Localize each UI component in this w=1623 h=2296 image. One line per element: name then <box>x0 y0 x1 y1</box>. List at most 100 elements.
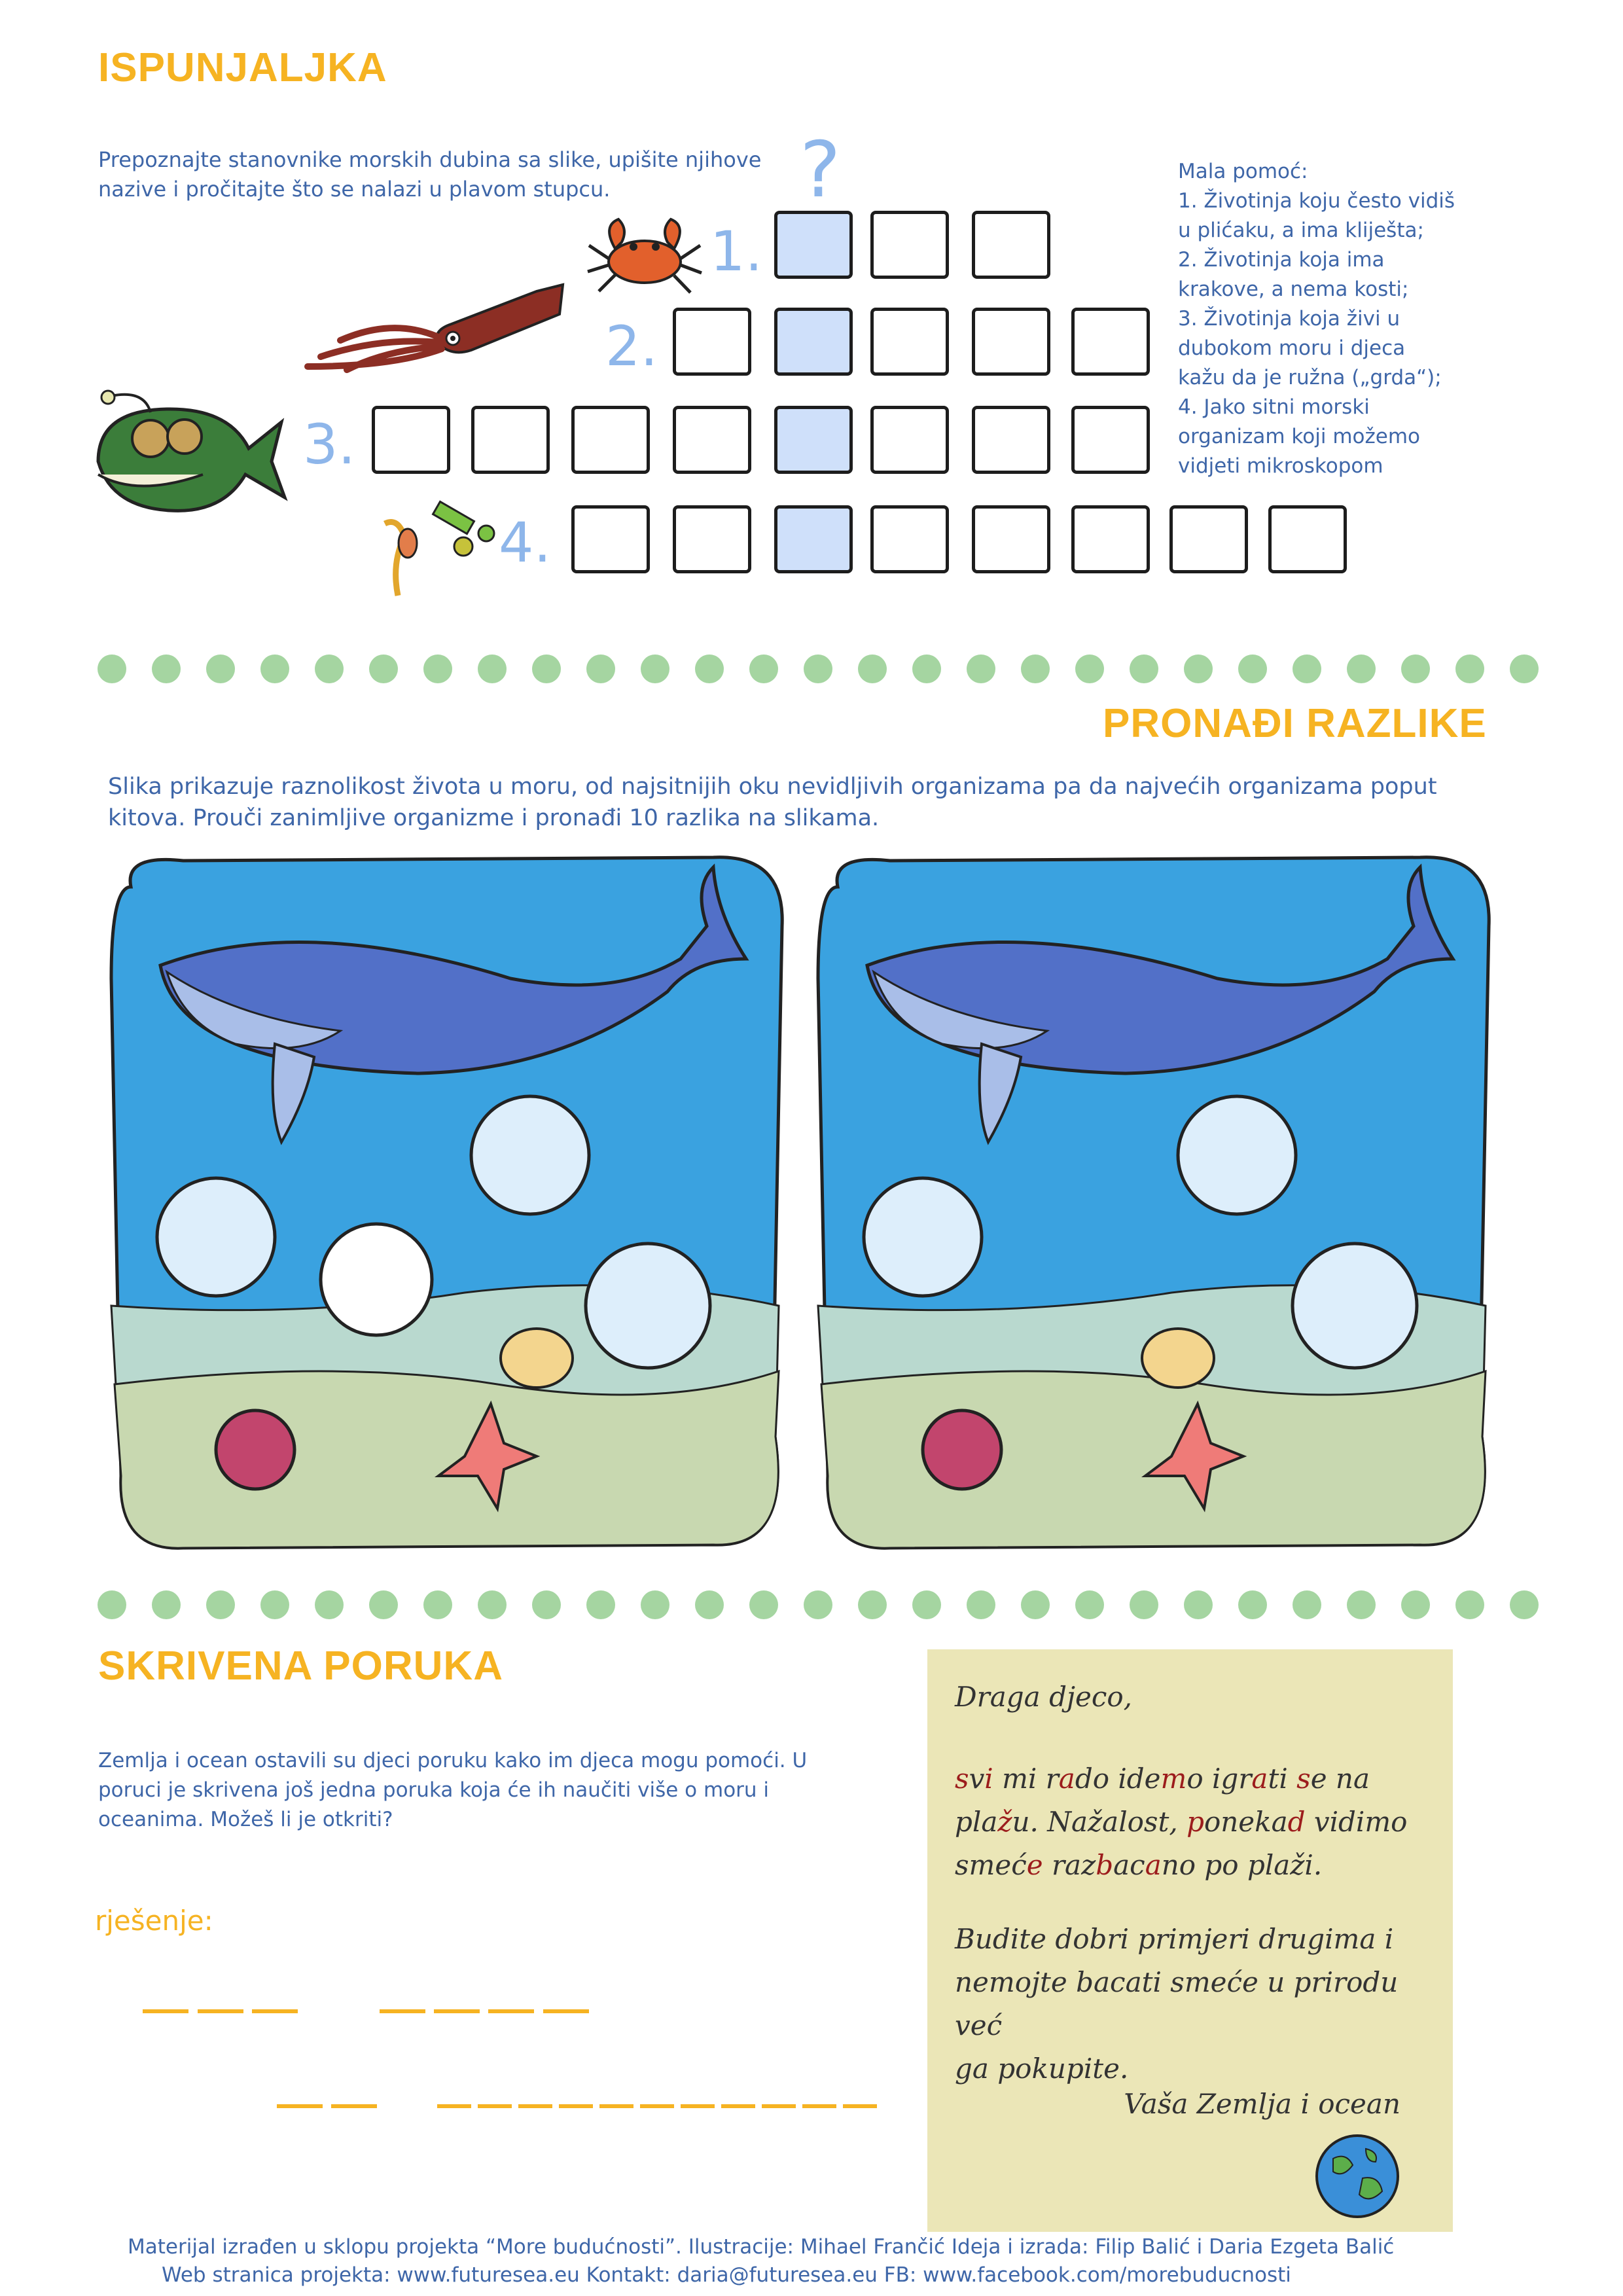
hint-line: u plićaku, a ima kliješta; <box>1178 219 1424 242</box>
crossword-cell-4-2[interactable] <box>673 505 751 573</box>
crab-illustration <box>587 217 702 294</box>
crossword-cell-3-2[interactable] <box>471 406 550 474</box>
divider-dot <box>478 1590 507 1619</box>
solution-blank[interactable] <box>721 2104 755 2108</box>
solution-blank[interactable] <box>543 2009 589 2013</box>
divider-dot <box>749 1590 779 1619</box>
solution-blank[interactable] <box>802 2104 836 2108</box>
solution-blank[interactable] <box>434 2009 480 2013</box>
divider-dot <box>641 655 670 683</box>
solution-blank[interactable] <box>599 2104 633 2108</box>
crossword-cell-2-1[interactable] <box>673 308 751 376</box>
hint-line: vidjeti mikroskopom <box>1178 454 1383 478</box>
divider-dot <box>478 655 507 683</box>
hidden-message-instruction-line: Zemlja i ocean ostavili su djeci poruku … <box>98 1749 808 1772</box>
divider-dot <box>1075 1590 1104 1619</box>
anglerfish-illustration <box>96 389 288 512</box>
divider-dot <box>315 1590 344 1619</box>
hint-line: 1. Životinja koju često vidiš <box>1178 189 1455 213</box>
differences-instruction-line: Slika prikazuje raznolikost života u mor… <box>108 774 1437 800</box>
crossword-cell-4-3[interactable] <box>774 505 853 573</box>
crossword-cell-3-6[interactable] <box>870 406 949 474</box>
crossword-cell-4-7[interactable] <box>1169 505 1248 573</box>
divider-dot <box>423 1590 453 1619</box>
crossword-cell-4-8[interactable] <box>1268 505 1347 573</box>
ocean-scene-right <box>816 855 1491 1550</box>
divider-dot <box>912 655 941 683</box>
solution-blank[interactable] <box>252 2009 298 2013</box>
row-label-3: 3. <box>303 412 356 476</box>
divider-dot <box>260 655 290 683</box>
solution-blank[interactable] <box>843 2104 877 2108</box>
divider-dot <box>695 655 724 683</box>
solution-blank[interactable] <box>559 2104 593 2108</box>
divider-dot <box>966 655 995 683</box>
divider-dot <box>1292 1590 1321 1619</box>
solution-blank[interactable] <box>331 2104 377 2108</box>
crossword-cell-1-2[interactable] <box>870 211 949 279</box>
divider-dot <box>423 655 453 683</box>
row-label-1: 1. <box>710 219 763 283</box>
divider-dot <box>804 655 832 683</box>
letter-line: Budite dobri primjeri drugima i <box>955 1923 1394 1955</box>
divider-dot <box>1509 655 1539 683</box>
crossword-cell-3-5[interactable] <box>774 406 853 474</box>
crossword-cell-4-1[interactable] <box>571 505 650 573</box>
letter-line: plažu. Nažalost, ponekad vidimo <box>955 1806 1408 1838</box>
solution-blank[interactable] <box>437 2104 471 2108</box>
hint-line: kažu da je ružna („grda“); <box>1178 366 1442 389</box>
solution-blank[interactable] <box>143 2009 188 2013</box>
solution-blank[interactable] <box>478 2104 512 2108</box>
differences-instruction: Slika prikazuje raznolikost života u mor… <box>108 771 1548 834</box>
solution-blank[interactable] <box>518 2104 552 2108</box>
crossword-cell-3-4[interactable] <box>673 406 751 474</box>
crossword-cell-4-6[interactable] <box>1071 505 1150 573</box>
hint-line: 2. Životinja koja ima <box>1178 248 1385 272</box>
letter-box: Draga djeco, svi mi rado idemo igrati se… <box>927 1649 1453 2232</box>
crossword-cell-3-8[interactable] <box>1071 406 1150 474</box>
solution-blank[interactable] <box>277 2104 323 2108</box>
divider-dot <box>206 655 236 683</box>
footer-credits: Materijal izrađen u sklopu projekta “Mor… <box>128 2235 1395 2259</box>
crossword-cell-2-2[interactable] <box>774 308 853 376</box>
solution-blank[interactable] <box>380 2009 425 2013</box>
divider-dot <box>98 1590 127 1619</box>
crossword-cell-2-3[interactable] <box>870 308 949 376</box>
crossword-cell-1-1[interactable] <box>774 211 853 279</box>
letter-signature: Vaša Zemlja i ocean <box>1124 2088 1400 2120</box>
divider-dot <box>1455 1590 1484 1619</box>
divider-dot <box>1509 1590 1539 1619</box>
divider-dot <box>206 1590 236 1619</box>
divider-dot <box>369 655 399 683</box>
differences-title: PRONAĐI RAZLIKE <box>1103 701 1487 746</box>
divider-dot <box>1400 1590 1430 1619</box>
crossword-cell-3-7[interactable] <box>972 406 1050 474</box>
crossword-cell-2-4[interactable] <box>972 308 1050 376</box>
letter-greeting: Draga djeco, <box>955 1681 1132 1713</box>
divider-dot <box>586 1590 616 1619</box>
divider-dot <box>749 655 779 683</box>
divider-dot <box>1020 655 1050 683</box>
crossword-cell-4-4[interactable] <box>870 505 949 573</box>
crossword-cell-2-5[interactable] <box>1071 308 1150 376</box>
solution-blank[interactable] <box>640 2104 674 2108</box>
crossword-cell-3-1[interactable] <box>372 406 450 474</box>
hints: Mala pomoć: 1. Životinja koju često vidi… <box>1178 157 1455 481</box>
squid-illustration <box>304 283 565 373</box>
divider-dot <box>369 1590 399 1619</box>
solution-blank[interactable] <box>762 2104 796 2108</box>
solution-blank[interactable] <box>488 2009 534 2013</box>
crossword-cell-3-3[interactable] <box>571 406 650 474</box>
solution-blank[interactable] <box>681 2104 715 2108</box>
crossword-cell-1-3[interactable] <box>972 211 1050 279</box>
divider-dot <box>857 1590 887 1619</box>
hidden-message-instruction-line: oceanima. Možeš li je otkriti? <box>98 1808 393 1831</box>
solution-blank[interactable] <box>198 2009 243 2013</box>
divider-dot <box>912 1590 941 1619</box>
row-label-2: 2. <box>605 314 658 378</box>
divider-dot <box>586 655 616 683</box>
divider-dot <box>641 1590 670 1619</box>
row-label-4: 4. <box>499 511 552 575</box>
letter-line: svi mi rado idemo igrati se na <box>955 1763 1370 1795</box>
crossword-cell-4-5[interactable] <box>972 505 1050 573</box>
